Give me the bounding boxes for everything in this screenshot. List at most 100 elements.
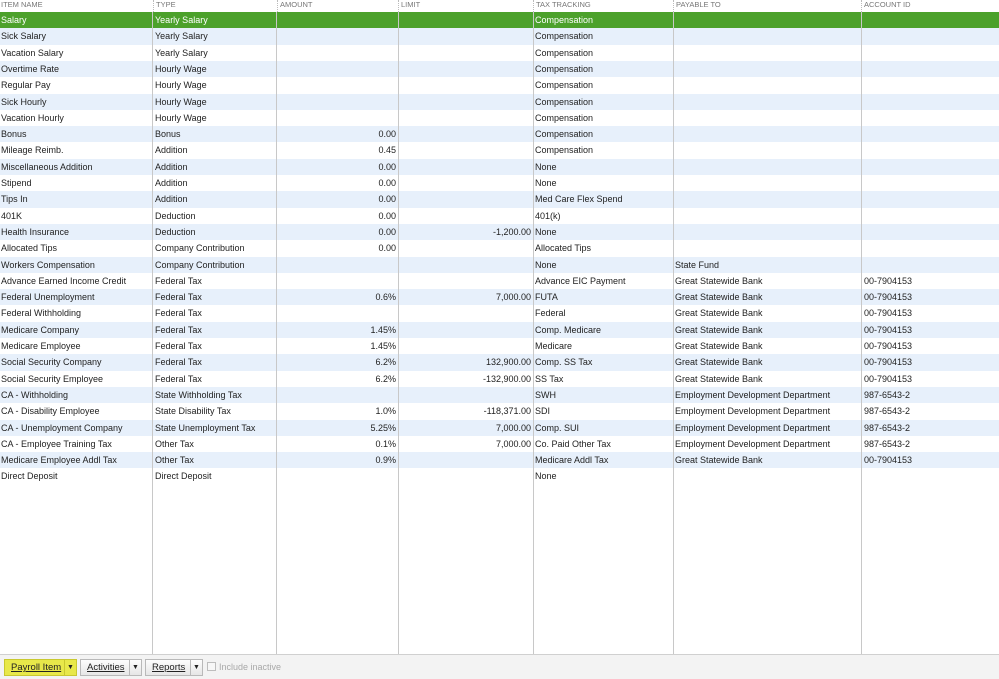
cell-amount [277,387,398,403]
cell-amount: 0.00 [378,129,396,140]
cell-payable-to [673,126,861,142]
cell-limit [398,273,533,289]
table-row[interactable]: Vacation Salary Yearly Salary Compensation [0,45,999,61]
table-row[interactable]: Allocated Tips Company Contribution 0.00 Al… [0,240,999,256]
cell-limit [398,61,533,77]
cell-payable-to: Great Statewide Bank [675,373,763,384]
cell-item-name: Tips In [1,194,28,205]
cell-tax-tracking: FUTA [535,292,558,303]
cell-limit [398,175,533,191]
table-row[interactable]: Federal Unemployment Federal Tax 0.6% 7,000… [0,289,999,306]
table-row[interactable]: Tips In Addition 0.00 Med Care Flex Spend [0,191,999,208]
table-row[interactable]: Medicare Employee Federal Tax 1.45% Medicar… [0,338,999,354]
cell-type: Yearly Salary [155,15,208,25]
table-row[interactable]: Mileage Reimb. Addition 0.45 Compensation [0,142,999,158]
activities-menu-button[interactable]: Activities ▼ [80,659,142,676]
cell-limit [398,322,533,338]
cell-item-name: 401K [1,210,23,221]
table-row[interactable]: Miscellaneous Addition Addition 0.00 None [0,158,999,175]
header-type[interactable]: TYPE [153,0,277,12]
cell-payable-to [673,159,861,175]
cell-account-id [861,28,999,44]
table-row[interactable]: Bonus Bonus 0.00 Compensation [0,126,999,143]
table-row[interactable]: Regular Pay Hourly Wage Compensation [0,77,999,93]
header-limit[interactable]: LIMIT [398,0,533,12]
header-account-id[interactable]: ACCOUNT ID [861,0,999,12]
table-row[interactable]: Social Security Company Federal Tax 6.2% 13… [0,354,999,371]
cell-tax-tracking: SWH [535,389,556,400]
reports-menu-button[interactable]: Reports ▼ [145,659,203,676]
cell-account-id: 987-6543-2 [864,438,911,449]
cell-type: Hourly Wage [155,96,207,107]
cell-type: State Disability Tax [155,406,231,417]
cell-item-name: Miscellaneous Addition [1,161,93,172]
table-row[interactable]: Workers Compensation Company Contribution… [0,256,999,273]
cell-tax-tracking: Comp. Medicare [535,324,602,335]
cell-payable-to: Employment Development Department [675,438,831,449]
table-row[interactable]: Sick Salary Yearly Salary Compensation [0,28,999,45]
cell-amount: 5.25% [370,422,396,433]
cell-account-id: 00-7904153 [864,357,913,368]
column-divider [673,12,674,654]
cell-item-name: Medicare Company [1,324,80,335]
table-row[interactable]: Stipend Addition 0.00 None [0,175,999,191]
table-row[interactable]: Health Insurance Deduction 0.00 -1,200.00 No… [0,223,999,241]
payroll-item-list[interactable]: Direct Deposit Direct Deposit None Medicare… [0,12,999,654]
cell-account-id [861,175,999,191]
table-row[interactable]: Salary Yearly Salary Compensation [0,12,999,29]
header-payable-to[interactable]: PAYABLE TO [673,0,861,12]
cell-limit [398,257,533,273]
cell-limit [398,77,533,93]
table-row[interactable]: Direct Deposit Direct Deposit None [0,468,999,484]
cell-account-id [861,159,999,175]
payroll-item-menu-button[interactable]: Payroll Item ▼ [4,659,77,676]
cell-item-name: Medicare Employee [1,341,81,351]
include-inactive-checkbox[interactable] [207,662,216,671]
table-row[interactable]: Sick Hourly Hourly Wage Compensation [0,93,999,110]
column-divider [533,12,534,654]
table-row[interactable]: Overtime Rate Hourly Wage Compensation [0,60,999,78]
table-row[interactable]: 401K Deduction 0.00 401(k) [0,208,999,224]
cell-account-id: 00-7904153 [864,275,913,286]
cell-type: Deduction [155,210,196,221]
column-divider [276,12,277,654]
table-row[interactable]: Medicare Employee Addl Tax Other Tax 0.9% M… [0,452,999,469]
cell-payable-to [673,208,861,224]
cell-limit: 7,000.00 [495,422,531,433]
cell-account-id [861,45,999,61]
table-row[interactable]: Medicare Company Federal Tax 1.45% Comp. Me… [0,321,999,338]
cell-tax-tracking: Compensation [535,15,594,25]
header-tax-tracking[interactable]: TAX TRACKING [533,0,673,12]
cell-limit [398,94,533,110]
header-item-name[interactable]: ITEM NAME [0,0,153,12]
cell-account-id: 987-6543-2 [864,406,911,417]
table-row[interactable]: Vacation Hourly Hourly Wage Compensation [0,110,999,126]
cell-payable-to [673,45,861,61]
cell-payable-to [673,61,861,77]
cell-item-name: Salary [1,15,27,25]
cell-tax-tracking: Advance EIC Payment [535,275,626,286]
table-row[interactable]: CA - Withholding State Withholding Tax SWH… [0,386,999,404]
table-row[interactable]: CA - Disability Employee State Disability… [0,403,999,419]
header-amount[interactable]: AMOUNT [277,0,398,12]
table-row[interactable]: CA - Unemployment Company State Unemploym… [0,419,999,436]
table-row[interactable]: Advance Earned Income Credit Federal Tax A… [0,273,999,289]
cell-amount: 0.00 [378,243,396,254]
cell-payable-to: Great Statewide Bank [675,341,763,351]
cell-item-name: CA - Disability Employee [1,406,100,417]
cell-payable-to: State Fund [675,259,720,270]
cell-account-id: 987-6543-2 [864,389,911,400]
table-row[interactable]: CA - Employee Training Tax Other Tax 0.1% 7… [0,436,999,452]
cell-type: Federal Tax [155,308,202,319]
cell-tax-tracking: SS Tax [535,373,564,384]
cell-account-id [861,94,999,110]
cell-payable-to [673,28,861,44]
cell-tax-tracking: Compensation [535,96,594,107]
table-row[interactable]: Social Security Employee Federal Tax 6.2% -… [0,371,999,387]
table-row[interactable]: Federal Withholding Federal Tax Federal Gre… [0,305,999,321]
cell-payable-to [673,224,861,240]
cell-account-id [861,224,999,240]
cell-account-id [861,126,999,142]
cell-tax-tracking: Co. Paid Other Tax [535,438,611,449]
cell-account-id: 987-6543-2 [864,422,911,433]
